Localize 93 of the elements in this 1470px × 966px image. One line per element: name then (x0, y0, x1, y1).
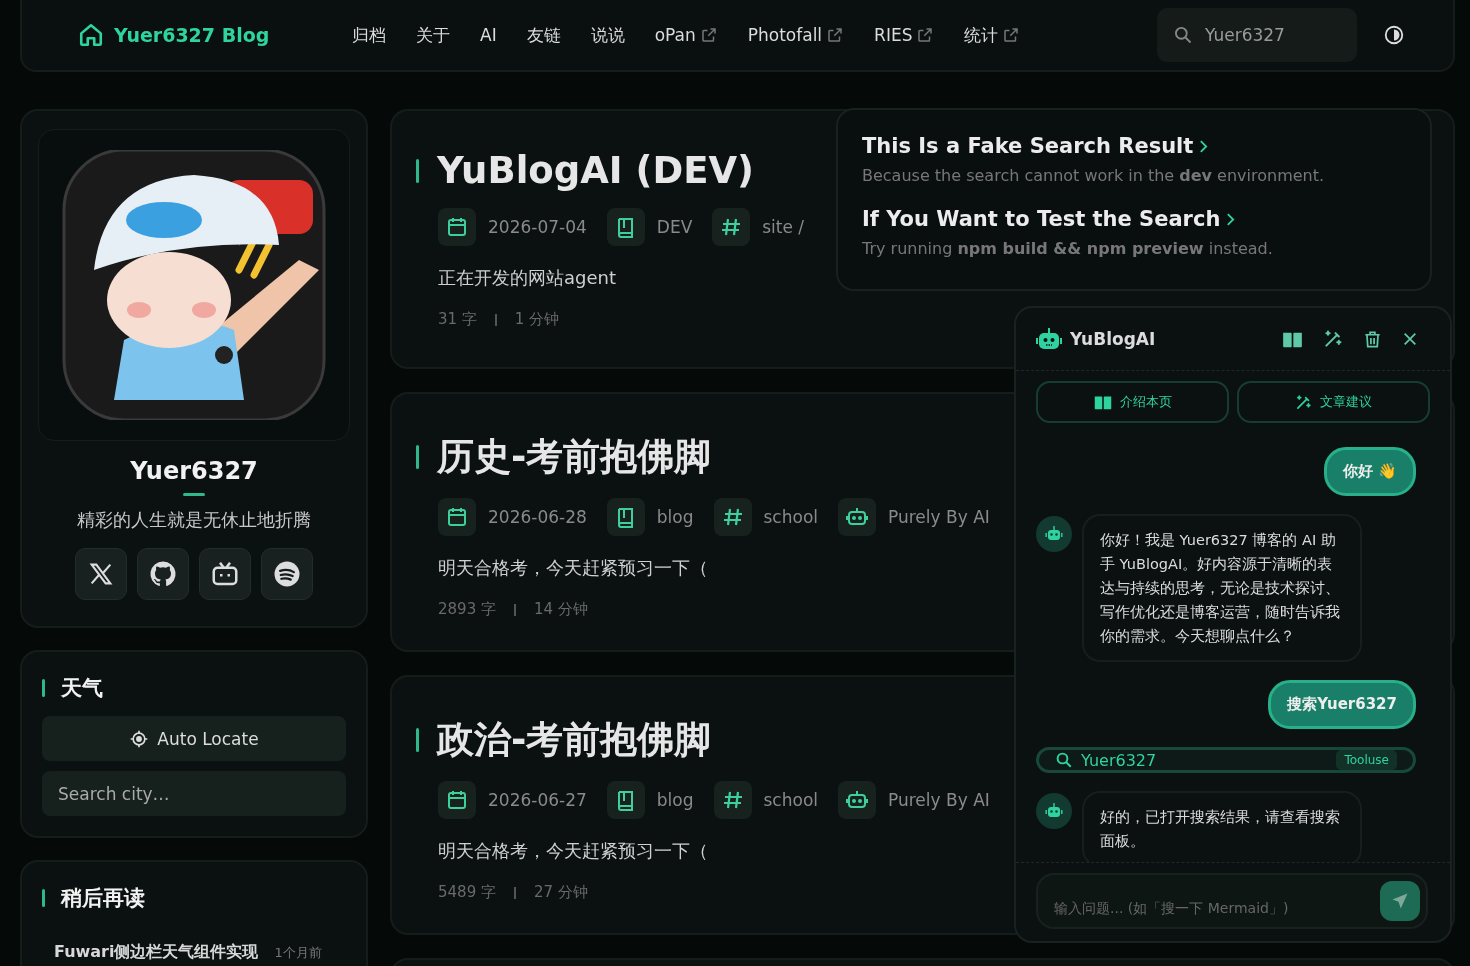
github-link[interactable] (137, 548, 189, 600)
nav-link[interactable]: RIES (862, 17, 947, 53)
search-field[interactable]: Yuer6327 (1157, 8, 1357, 62)
hash-icon (713, 781, 752, 819)
chevron-icon (1199, 138, 1209, 154)
quick-action-button[interactable]: 介绍本页 (1036, 381, 1229, 423)
book-icon (606, 498, 645, 536)
result-snippet: Try running npm build && npm preview instead. (862, 239, 1274, 258)
nav-link[interactable]: 统计 (952, 17, 1033, 53)
post-title[interactable]: 历史-考前抱佛脚 (437, 432, 712, 482)
hash-icon (713, 498, 752, 536)
theme-toggle-icon[interactable] (1383, 24, 1405, 46)
close-icon[interactable] (1402, 331, 1418, 347)
magic-wand-icon[interactable] (1323, 329, 1343, 349)
nav-link[interactable]: 归档 (340, 17, 398, 53)
post-author: Purely By AI (888, 507, 990, 527)
x-link[interactable] (75, 548, 127, 600)
calendar-icon (438, 208, 476, 246)
robot-icon (1036, 327, 1062, 351)
result-snippet: Because the search cannot work in the dev environment. (862, 166, 1326, 185)
chat-input[interactable]: 输入问题... (如「搜一下 Mermaid」) (1036, 873, 1428, 929)
tag-link[interactable]: site / (762, 217, 805, 237)
search-icon (1173, 25, 1193, 45)
calendar-icon (438, 781, 476, 819)
widget-title: 稍后再读 (61, 885, 145, 912)
nav-link[interactable]: oPan (642, 17, 730, 53)
robot-icon (838, 781, 877, 819)
calendar-icon (438, 498, 476, 536)
reading-time: 14 分钟 (533, 600, 588, 619)
assistant-message: 好的，已打开搜索结果，请查看搜索面板。 (1082, 791, 1362, 862)
spotify-link[interactable] (261, 548, 313, 600)
profile-bio: 精彩的人生就是无休止地折腾 (77, 508, 311, 532)
word-count: 31 字 (438, 310, 477, 329)
nav-link[interactable]: 说说 (578, 17, 637, 53)
tag-link[interactable]: school (763, 790, 819, 810)
post-description: 正在开发的网站agent (438, 266, 616, 290)
search-result[interactable]: This Is a Fake Search Result Because the search cannot work in the dev environment. (862, 134, 1406, 185)
city-search-field[interactable]: Search city… (42, 771, 346, 816)
send-button[interactable] (1380, 881, 1420, 921)
locate-icon (129, 728, 150, 749)
reading-time: 27 分钟 (533, 883, 588, 902)
assistant-message: 你好！我是 Yuer6327 博客的 AI 助手 YuBlogAI。好内容源于清晰的表达与持续的思考，无论是技术探讨、写作优化还是博客运营，随时告诉我你的需求。今天想聊点什么？ (1082, 514, 1362, 662)
search-icon (1055, 751, 1073, 769)
profile-name: Yuer6327 (130, 457, 258, 485)
chevron-icon (1226, 211, 1236, 227)
post-title[interactable]: YuBlogAI (DEV) (437, 149, 754, 192)
tool-query: Yuer6327 (1081, 750, 1158, 770)
book-icon[interactable] (1282, 330, 1303, 348)
nav-link[interactable]: Photofall (735, 17, 857, 53)
post-date: 2026-06-27 (488, 790, 587, 810)
bot-avatar-icon (1036, 516, 1072, 552)
bot-avatar-icon (1036, 793, 1072, 829)
home-icon (78, 22, 104, 48)
post-description: 明天合格考，今天赶紧预习一下（ (438, 839, 708, 863)
category-link[interactable]: blog (656, 507, 694, 527)
home-link[interactable]: Yuer6327 Blog (78, 22, 340, 48)
auto-locate-button[interactable]: Auto Locate (42, 716, 346, 761)
post-date: 2026-06-28 (488, 507, 587, 527)
category-link[interactable]: DEV (656, 217, 693, 237)
book-icon (606, 781, 645, 819)
word-count: 5489 字 (438, 883, 496, 902)
category-link[interactable]: blog (656, 790, 694, 810)
post-author: Purely By AI (888, 790, 990, 810)
quick-action-button[interactable]: 文章建议 (1237, 381, 1430, 423)
tool-badge: Tooluse (1336, 750, 1397, 770)
tv-link[interactable] (199, 548, 251, 600)
nav-link[interactable]: 友链 (514, 17, 573, 53)
post-description: 明天合格考，今天赶紧预习一下（ (438, 556, 708, 580)
hash-icon (712, 208, 751, 246)
tag-link[interactable]: school (763, 507, 819, 527)
relative-time: 1个月前 (274, 944, 322, 962)
article-link[interactable]: Fuwari侧边栏天气组件实现 (54, 942, 259, 963)
trash-icon[interactable] (1363, 329, 1382, 349)
nav-link[interactable]: AI (468, 17, 509, 53)
spotify-logo-icon (272, 559, 302, 589)
word-count: 2893 字 (438, 600, 496, 619)
result-title: This Is a Fake Search Result (862, 134, 1194, 158)
book-icon (1093, 394, 1112, 410)
search-result[interactable]: If You Want to Test the Search Try running npm build && npm preview instead. (862, 207, 1406, 258)
post-date: 2026-07-04 (488, 217, 587, 237)
send-icon (1391, 892, 1409, 910)
github-logo-icon (148, 559, 178, 589)
chat-title: YuBlogAI (1070, 329, 1156, 349)
result-title: If You Want to Test the Search (862, 207, 1221, 231)
user-message: 你好 👋 (1323, 447, 1416, 496)
reading-time: 1 分钟 (514, 310, 560, 329)
nav-link[interactable]: 关于 (404, 17, 462, 53)
robot-icon (838, 498, 877, 536)
user-message: 搜索Yuer6327 (1268, 680, 1416, 729)
magic-wand-icon (1295, 393, 1312, 411)
widget-title: 天气 (61, 675, 103, 702)
book-icon (606, 208, 645, 246)
post-title[interactable]: 政治-考前抱佛脚 (437, 715, 712, 765)
